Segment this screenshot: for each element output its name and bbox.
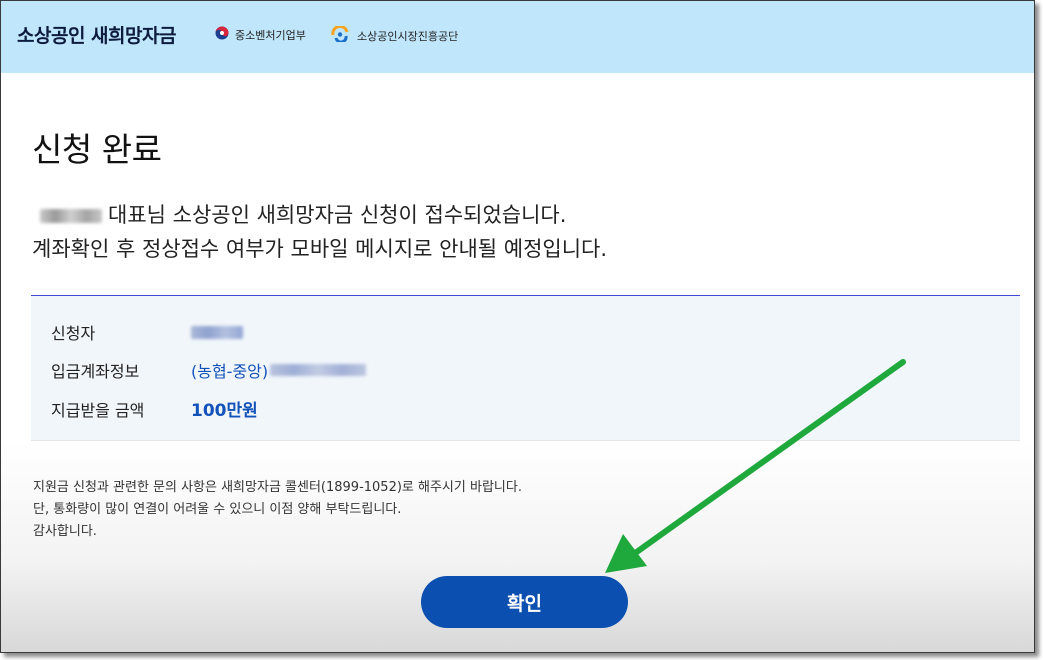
page-window: 소상공인 새희망자금 중소벤처기업부 소상공인시장진흥공단 신청 완료 대표님 … [0,0,1035,653]
green-arrow-icon [605,359,906,573]
